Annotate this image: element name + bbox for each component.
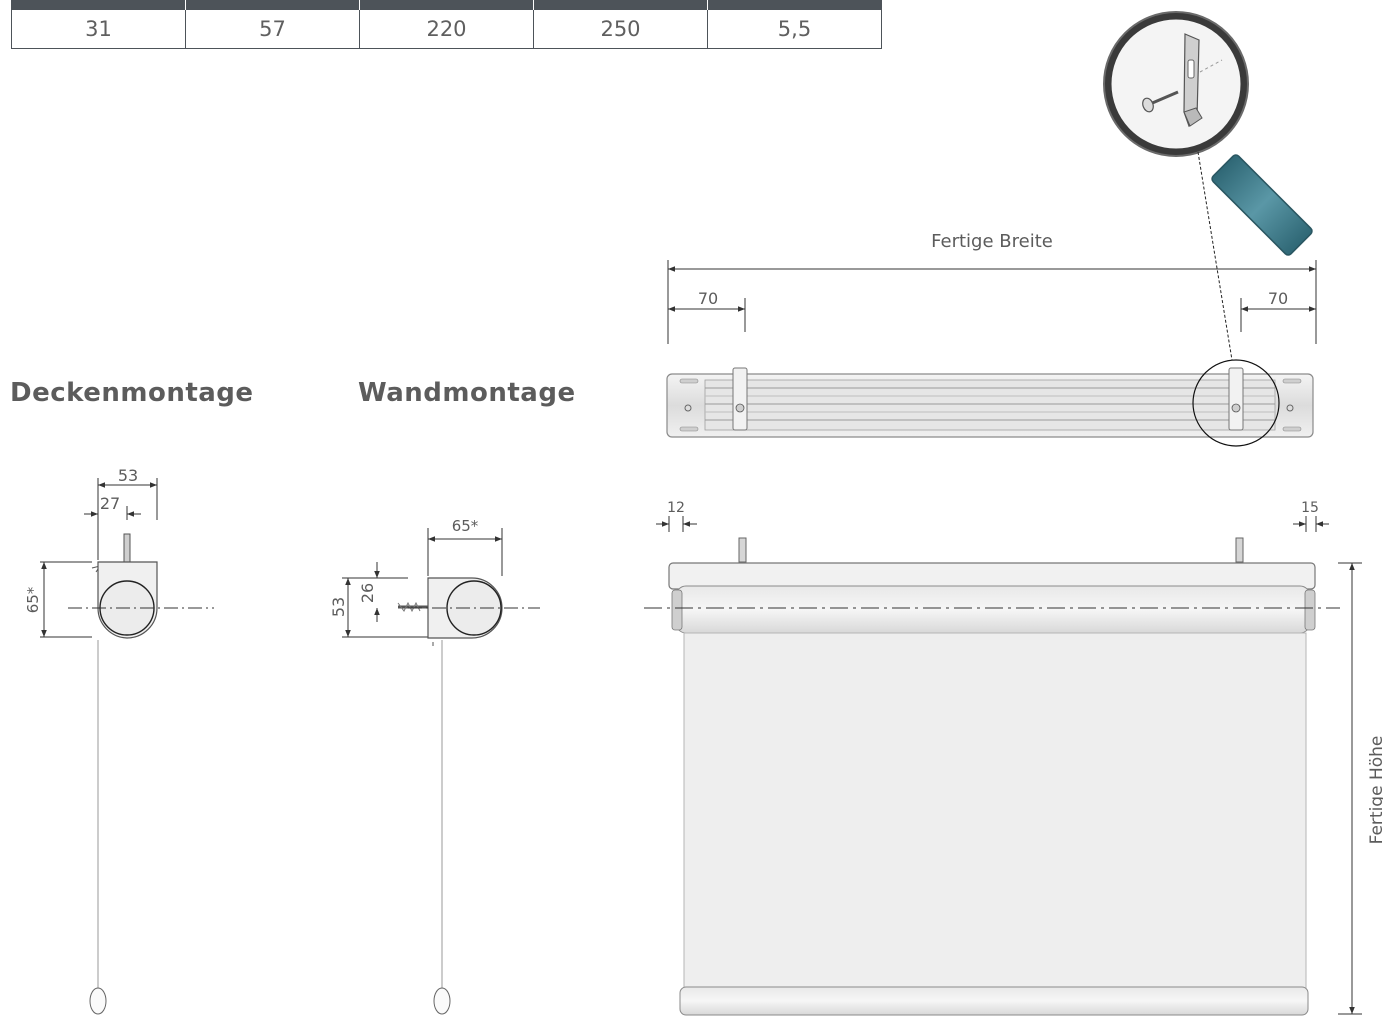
roller-tube (675, 585, 1311, 634)
headrail (668, 562, 1316, 590)
dim-offset: 26 (358, 583, 377, 603)
magnifier-icon (1103, 11, 1313, 256)
dim-width: 53 (118, 466, 138, 485)
dim-offset: 27 (100, 494, 120, 513)
finished-width-label: Fertige Breite (931, 231, 1053, 252)
dim-left-offset: 12 (667, 500, 685, 516)
dim-left-bracket: 70 (698, 289, 718, 308)
technical-drawing: Fertige Breite 70 70 53 27 65* 65* 53 26… (24, 11, 1383, 1016)
wall-mount-drawing: 65* 53 26 (329, 517, 540, 1015)
ceiling-mount-drawing: 53 27 65* (24, 466, 214, 1015)
shade-fabric (683, 632, 1307, 990)
bottom-bar (679, 986, 1309, 1016)
dim-height: 53 (329, 597, 348, 617)
dim-depth: 65* (452, 517, 479, 535)
front-view: 12 15 Fertige Höhe (644, 500, 1383, 1016)
finished-height-label: Fertige Höhe (1367, 736, 1383, 845)
dim-height: 65* (24, 586, 42, 613)
dim-right-offset: 15 (1301, 500, 1319, 516)
top-view: Fertige Breite 70 70 (666, 231, 1317, 447)
dim-right-bracket: 70 (1268, 289, 1288, 308)
